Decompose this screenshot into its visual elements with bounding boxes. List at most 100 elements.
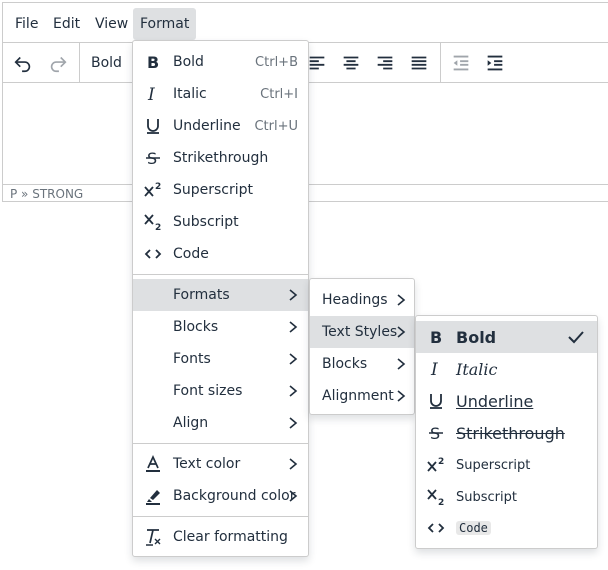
menu-item-fonts[interactable]: Fonts <box>133 343 308 375</box>
strikethrough-icon: S <box>426 423 446 443</box>
menu-item-label: Text color <box>173 456 241 472</box>
toolbar-separator <box>440 43 441 83</box>
svg-text:2: 2 <box>155 182 161 192</box>
style-item-code[interactable]: Code <box>416 512 597 544</box>
menubar: File Edit View Format <box>3 3 608 43</box>
menu-item-strikethrough[interactable]: S Strikethrough <box>133 142 308 174</box>
chevron-right-icon <box>289 458 298 470</box>
formats-submenu: Headings Text Styles Blocks Alignment <box>309 278 415 415</box>
style-item-underline[interactable]: Underline <box>416 385 597 417</box>
chevron-right-icon <box>397 294 406 306</box>
menu-item-label: Strikethrough <box>456 423 565 443</box>
svg-text:2: 2 <box>438 498 444 507</box>
menu-item-label: Headings <box>322 292 388 308</box>
underline-icon <box>426 391 446 411</box>
chevron-right-icon <box>289 417 298 429</box>
undo-icon <box>14 56 31 73</box>
menu-format[interactable]: Format <box>133 8 197 40</box>
menu-item-label: Formats <box>173 287 230 303</box>
menu-item-label: Underline <box>173 118 241 134</box>
menu-item-blocks[interactable]: Blocks <box>133 311 308 343</box>
chevron-right-icon <box>289 289 298 301</box>
bold-icon: B <box>143 52 163 72</box>
menu-item-text-styles[interactable]: Text Styles <box>310 316 414 348</box>
menu-item-italic[interactable]: I Italic Ctrl+I <box>133 78 308 110</box>
redo-button[interactable] <box>41 47 75 79</box>
svg-text:2: 2 <box>438 457 444 467</box>
chevron-right-icon <box>397 390 406 402</box>
menu-item-underline[interactable]: Underline Ctrl+U <box>133 110 308 142</box>
bold-icon: B <box>426 327 446 347</box>
menu-view[interactable]: View <box>88 8 135 40</box>
menu-item-label: Blocks <box>173 319 219 335</box>
shortcut-label: Ctrl+B <box>255 54 298 70</box>
menu-item-label: Italic <box>456 359 498 379</box>
menu-item-font-sizes[interactable]: Font sizes <box>133 375 308 407</box>
menu-file[interactable]: File <box>8 8 45 40</box>
outdent-icon <box>453 55 469 71</box>
menu-item-superscript[interactable]: 2 Superscript <box>133 174 308 206</box>
subscript-icon: 2 <box>143 212 163 232</box>
menu-item-label: Code <box>456 521 491 535</box>
menu-item-label: Clear formatting <box>173 529 288 545</box>
align-right-icon <box>377 56 393 70</box>
menu-item-headings[interactable]: Headings <box>310 284 414 316</box>
menu-edit[interactable]: Edit <box>46 8 87 40</box>
menu-divider <box>133 274 308 275</box>
toolbar-separator <box>79 43 80 83</box>
menu-item-label: Underline <box>456 391 534 411</box>
menu-item-label: Italic <box>173 86 207 102</box>
svg-text:B: B <box>147 53 159 72</box>
menu-item-formats[interactable]: Formats <box>133 279 308 311</box>
menu-item-label: Alignment <box>322 388 394 404</box>
menu-item-label: Blocks <box>322 356 368 372</box>
menu-item-clear-formatting[interactable]: Clear formatting <box>133 521 308 553</box>
italic-icon: I <box>143 84 163 104</box>
style-item-bold[interactable]: B Bold <box>416 321 597 353</box>
style-item-italic[interactable]: I Italic <box>416 353 597 385</box>
align-justify-icon <box>411 56 427 70</box>
style-item-strikethrough[interactable]: S Strikethrough <box>416 417 597 449</box>
menu-item-label: Text Styles <box>322 324 398 340</box>
chevron-right-icon <box>397 358 406 370</box>
format-menu: B Bold Ctrl+B I Italic Ctrl+I Underline … <box>132 40 309 557</box>
align-center-button[interactable] <box>334 47 368 79</box>
shortcut-label: Ctrl+I <box>260 86 298 102</box>
menu-item-label: Superscript <box>173 182 254 198</box>
menu-item-text-color[interactable]: Text color <box>133 448 308 480</box>
superscript-icon: 2 <box>143 180 163 200</box>
style-item-subscript[interactable]: 2 Subscript <box>416 481 597 513</box>
menu-item-label: Align <box>173 415 209 431</box>
svg-text:I: I <box>147 85 155 104</box>
chevron-right-icon <box>289 321 298 333</box>
shortcut-label: Ctrl+U <box>254 118 298 134</box>
chevron-right-icon <box>289 385 298 397</box>
menu-item-code[interactable]: Code <box>133 238 308 270</box>
menu-item-bold[interactable]: B Bold Ctrl+B <box>133 46 308 78</box>
code-icon <box>143 244 163 264</box>
align-right-button[interactable] <box>368 47 402 79</box>
strikethrough-icon: S <box>143 148 163 168</box>
checkmark-icon <box>568 331 584 344</box>
menu-item-blocks-sub[interactable]: Blocks <box>310 348 414 380</box>
code-icon <box>426 518 446 538</box>
chevron-right-icon <box>289 490 298 502</box>
menu-item-label: Fonts <box>173 351 211 367</box>
undo-button[interactable] <box>6 47 40 79</box>
block-format-select[interactable]: Bold <box>91 47 122 79</box>
indent-button[interactable] <box>478 47 512 79</box>
italic-icon: I <box>426 359 446 379</box>
style-item-superscript[interactable]: 2 Superscript <box>416 449 597 481</box>
outdent-button[interactable] <box>444 47 478 79</box>
menu-item-subscript[interactable]: 2 Subscript <box>133 206 308 238</box>
menu-divider <box>133 516 308 517</box>
menu-item-label: Subscript <box>173 214 239 230</box>
align-justify-button[interactable] <box>402 47 436 79</box>
menu-item-background-color[interactable]: Background color <box>133 480 308 512</box>
menu-item-align[interactable]: Align <box>133 407 308 439</box>
svg-text:2: 2 <box>155 223 161 232</box>
chevron-right-icon <box>397 326 406 338</box>
svg-text:B: B <box>430 328 442 347</box>
menu-item-label: Code <box>173 246 209 262</box>
menu-item-alignment[interactable]: Alignment <box>310 380 414 412</box>
